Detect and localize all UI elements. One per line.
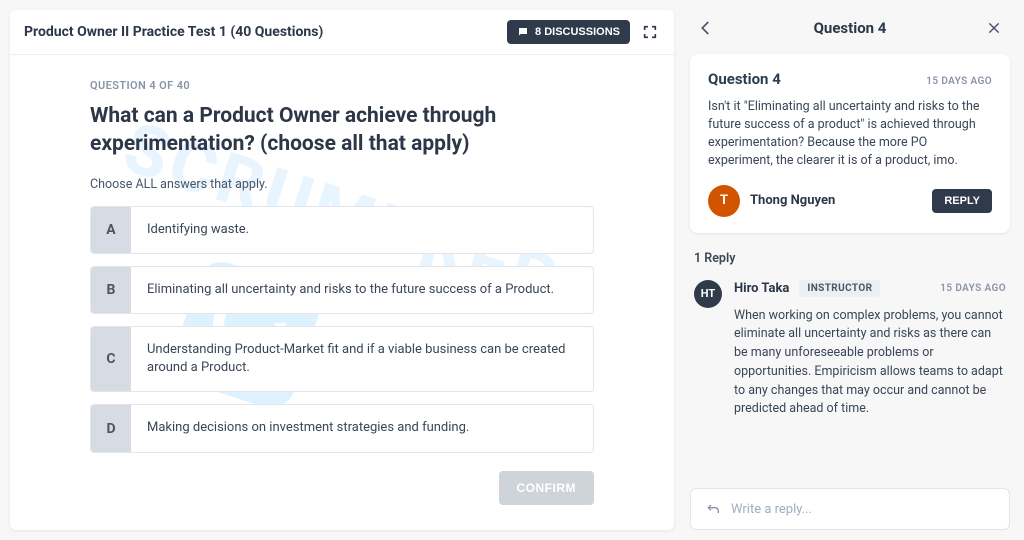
choice-c[interactable]: C Understanding Product-Market fit and i…: [90, 326, 594, 392]
reply-author-name: Hiro Taka: [734, 281, 789, 296]
author-name: Thong Nguyen: [750, 193, 835, 208]
thread-author: T Thong Nguyen: [708, 185, 835, 217]
discussion-title: Question 4: [814, 19, 887, 37]
chat-icon: [517, 26, 529, 38]
reply-input[interactable]: Write a reply...: [690, 488, 1010, 530]
test-title: Product Owner II Practice Test 1 (40 Que…: [24, 24, 323, 40]
close-button[interactable]: [982, 16, 1006, 40]
choice-text: Identifying waste.: [131, 207, 265, 253]
choice-text: Making decisions on investment strategie…: [131, 405, 485, 451]
discussion-pane: Question 4 Question 4 15 DAYS AGO Isn't …: [684, 0, 1024, 540]
thread-top: Question 4 15 DAYS AGO: [708, 70, 992, 88]
confirm-row: CONFIRM: [90, 471, 594, 505]
reply-placeholder: Write a reply...: [731, 502, 812, 517]
thread-age: 15 DAYS AGO: [926, 76, 992, 87]
reply-content: Hiro Taka INSTRUCTOR 15 DAYS AGO When wo…: [734, 280, 1006, 420]
reply-age: 15 DAYS AGO: [940, 283, 1006, 294]
question-title: What can a Product Owner achieve through…: [90, 102, 594, 159]
choice-d[interactable]: D Making decisions on investment strateg…: [90, 404, 594, 452]
close-icon: [986, 20, 1002, 36]
test-body: QUESTION 4 OF 40 What can a Product Owne…: [10, 55, 674, 530]
choice-b[interactable]: B Eliminating all uncertainty and risks …: [90, 266, 594, 314]
discussions-button[interactable]: 8 DISCUSSIONS: [507, 20, 630, 44]
discussions-button-label: 8 DISCUSSIONS: [535, 26, 620, 38]
reply-header: Hiro Taka INSTRUCTOR 15 DAYS AGO: [734, 280, 1006, 297]
fullscreen-button[interactable]: [640, 22, 660, 42]
avatar: T: [708, 185, 740, 217]
test-header: Product Owner II Practice Test 1 (40 Que…: [10, 10, 674, 55]
choice-letter: C: [91, 327, 131, 391]
avatar: HT: [694, 280, 722, 308]
choice-text: Understanding Product-Market fit and if …: [131, 327, 593, 391]
reply-arrow-icon: [705, 501, 721, 517]
test-header-actions: 8 DISCUSSIONS: [507, 20, 660, 44]
test-card: Product Owner II Practice Test 1 (40 Que…: [10, 10, 674, 530]
choice-letter: B: [91, 267, 131, 313]
confirm-button[interactable]: CONFIRM: [499, 471, 595, 505]
thread-title: Question 4: [708, 70, 781, 88]
reply-body: When working on complex problems, you ca…: [734, 307, 1006, 420]
fullscreen-icon: [642, 24, 658, 40]
question-kicker: QUESTION 4 OF 40: [90, 79, 594, 92]
thread-card: Question 4 15 DAYS AGO Isn't it "Elimina…: [690, 54, 1010, 233]
app-root: Product Owner II Practice Test 1 (40 Que…: [0, 0, 1024, 540]
reply-count: 1 Reply: [694, 251, 1010, 266]
choices-list: A Identifying waste. B Eliminating all u…: [90, 206, 594, 453]
discussion-header: Question 4: [690, 10, 1010, 54]
choice-letter: A: [91, 207, 131, 253]
test-pane: Product Owner II Practice Test 1 (40 Que…: [0, 0, 684, 540]
arrow-left-icon: [697, 19, 715, 37]
back-button[interactable]: [694, 16, 718, 40]
thread-footer: T Thong Nguyen REPLY: [708, 185, 992, 217]
reply-item: HT Hiro Taka INSTRUCTOR 15 DAYS AGO When…: [690, 280, 1010, 420]
choice-letter: D: [91, 405, 131, 451]
question-instruction: Choose ALL answers that apply.: [90, 177, 594, 192]
choice-text: Eliminating all uncertainty and risks to…: [131, 267, 570, 313]
instructor-badge: INSTRUCTOR: [799, 280, 880, 297]
reply-button[interactable]: REPLY: [932, 189, 992, 213]
choice-a[interactable]: A Identifying waste.: [90, 206, 594, 254]
thread-body: Isn't it "Eliminating all uncertainty an…: [708, 98, 992, 171]
